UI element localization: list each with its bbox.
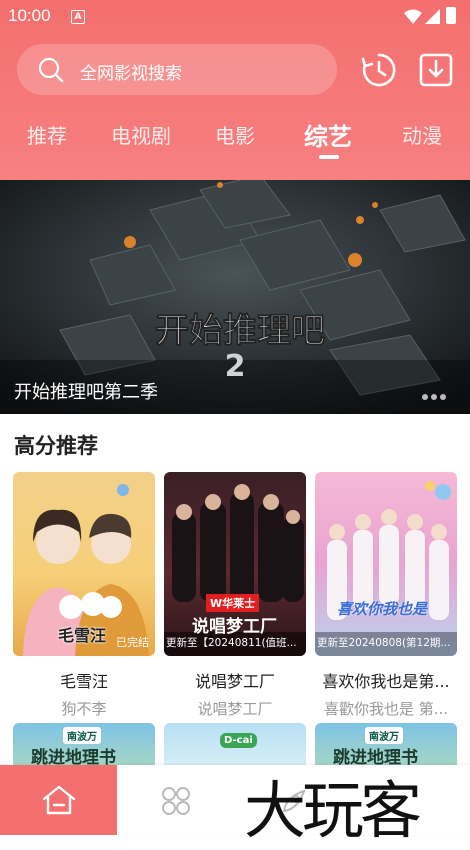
battery-icon <box>446 7 456 24</box>
show-subtitle: 狗不李 <box>61 700 107 718</box>
tab-anime[interactable]: 动漫 <box>402 120 442 149</box>
nav-home[interactable] <box>0 765 117 835</box>
banner-title: 开始推理吧第二季 <box>14 382 158 403</box>
poster-image: 毛雪汪 已完结 <box>13 472 155 656</box>
show-title: 喜欢你我也是第... <box>322 672 450 691</box>
section-title: 高分推荐 <box>14 434 98 458</box>
banner-logo-text: 开始推理吧 <box>155 311 325 351</box>
show-title: 毛雪汪 <box>59 672 108 691</box>
wifi-icon <box>404 9 422 24</box>
show-card[interactable]: 南波万 跳进地理书 <box>13 723 155 768</box>
home-icon <box>42 785 76 815</box>
notification-a-icon: A <box>71 10 85 24</box>
carousel-dot[interactable] <box>422 394 428 400</box>
header: 10:00 A 全网影视搜索 推荐 电视剧 电影 综艺 动漫 <box>0 0 470 180</box>
show-subtitle: 说唱梦工厂 <box>197 700 273 718</box>
banner-carousel[interactable]: 开始推理吧 2 开始推理吧第二季 <box>0 180 470 414</box>
watermark-text: 大玩客 <box>244 774 422 847</box>
show-card[interactable]: 喜欢你我也是 更新至20240808(第12期... 喜欢你我也是第... 喜歡… <box>315 472 457 719</box>
status-badge: 已完结 <box>116 636 149 649</box>
cellular-icon <box>425 9 440 24</box>
carousel-dot[interactable] <box>440 394 446 400</box>
poster-image: W华莱士 说唱梦工厂 更新至【20240811(值班... <box>164 472 306 656</box>
poster-image: 喜欢你我也是 更新至20240808(第12期... <box>315 472 457 656</box>
poster-logo-text: 说唱梦工厂 <box>192 617 277 637</box>
download-icon[interactable] <box>417 51 455 89</box>
show-title: 说唱梦工厂 <box>194 672 275 691</box>
update-badge: 更新至【20240811(值班... <box>166 637 297 649</box>
category-icon[interactable] <box>160 785 192 817</box>
status-bar: 10:00 A <box>0 0 470 34</box>
active-tab-indicator <box>319 155 339 159</box>
show-subtitle: 喜歡你我也是 第... <box>323 700 449 718</box>
show-card[interactable]: W华莱士 说唱梦工厂 更新至【20240811(值班... 说唱梦工厂 说唱梦工… <box>164 472 306 719</box>
carousel-dots <box>422 385 449 404</box>
brand-tag: 南波万 <box>365 727 403 744</box>
status-time: 10:00 <box>8 6 51 25</box>
brand-tag: 南波万 <box>63 727 101 744</box>
search-icon <box>38 57 64 83</box>
update-badge: 更新至20240808(第12期... <box>317 637 451 649</box>
tab-variety[interactable]: 综艺 <box>304 117 352 152</box>
search-placeholder: 全网影视搜索 <box>80 64 182 84</box>
search-input[interactable]: 全网影视搜索 <box>17 44 337 95</box>
show-card[interactable]: 毛雪汪 已完结 毛雪汪 狗不李 <box>13 472 155 719</box>
banner-logo-number: 2 <box>225 349 246 380</box>
tab-movie[interactable]: 电影 <box>215 120 255 149</box>
category-tabs: 推荐 电视剧 电影 综艺 动漫 <box>0 112 470 167</box>
poster-logo-text: 毛雪汪 <box>58 626 107 645</box>
poster-logo-text: 喜欢你我也是 <box>337 600 428 618</box>
carousel-dot[interactable] <box>431 394 437 400</box>
banner-logo: 开始推理吧 2 <box>155 311 325 380</box>
tab-tv-series[interactable]: 电视剧 <box>111 120 171 149</box>
tab-recommend[interactable]: 推荐 <box>27 120 67 149</box>
sponsor-brand: W华莱士 <box>206 594 260 612</box>
brand-tag: D-cai <box>220 733 257 748</box>
history-icon[interactable] <box>360 51 398 89</box>
